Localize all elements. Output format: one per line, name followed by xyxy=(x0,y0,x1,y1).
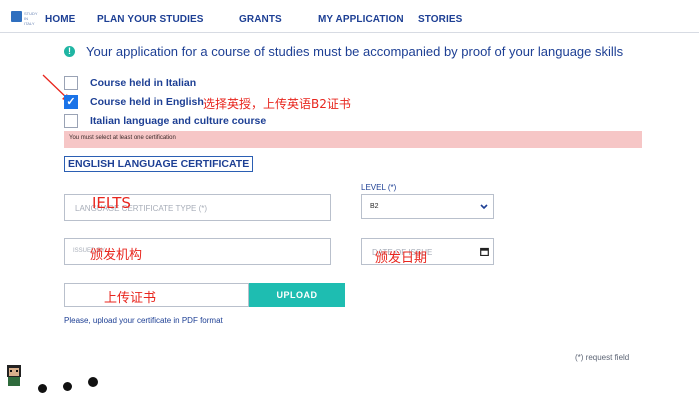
annotation-issue-date: 颁发日期 xyxy=(375,251,428,266)
label-course-italian: Course held in Italian xyxy=(90,77,197,89)
label-course-english: Course held in English xyxy=(90,96,204,108)
logo-text: STUDY IN ITALY xyxy=(24,11,38,26)
calendar-icon[interactable] xyxy=(480,247,489,256)
upload-button[interactable]: UPLOAD xyxy=(249,283,345,307)
checkbox-course-english[interactable]: ✓ xyxy=(64,95,78,109)
logo-icon[interactable] xyxy=(11,11,22,22)
level-label: LEVEL (*) xyxy=(361,183,397,192)
annotation-choose-english: 选择英授，上传英语B2证书 xyxy=(203,97,351,111)
info-message: Your application for a course of studies… xyxy=(86,44,624,59)
chevron-down-icon xyxy=(480,204,488,210)
nav-plan-your-studies[interactable]: PLAN YOUR STUDIES xyxy=(97,14,204,25)
error-message-bar: You must select at least one certificati… xyxy=(64,131,642,148)
annotation-ielts: IELTS xyxy=(92,194,131,212)
level-selected-value: B2 xyxy=(370,203,379,210)
file-name-field[interactable] xyxy=(64,283,249,307)
loading-dot-icon xyxy=(63,382,72,391)
nav-grants[interactable]: GRANTS xyxy=(239,14,282,25)
check-icon: ✓ xyxy=(66,96,76,108)
character-avatar xyxy=(7,365,21,386)
top-navigation: STUDY IN ITALY HOME PLAN YOUR STUDIES GR… xyxy=(0,0,699,33)
annotation-upload-certificate: 上传证书 xyxy=(104,291,157,306)
upload-hint: Please, upload your certificate in PDF f… xyxy=(64,316,223,325)
section-title-english-certificate: ENGLISH LANGUAGE CERTIFICATE xyxy=(64,156,254,172)
nav-my-application[interactable]: MY APPLICATION xyxy=(318,14,404,25)
nav-home[interactable]: HOME xyxy=(45,14,75,25)
nav-stories[interactable]: STORIES xyxy=(418,14,462,25)
loading-dot-icon xyxy=(88,377,98,387)
level-select[interactable]: B2 xyxy=(361,194,494,219)
required-field-note: (*) request field xyxy=(575,353,630,362)
label-italian-language-course: Italian language and culture course xyxy=(90,115,267,127)
error-message-text: You must select at least one certificati… xyxy=(69,135,176,141)
info-icon: ! xyxy=(64,46,75,57)
checkbox-course-italian[interactable] xyxy=(64,76,78,90)
annotation-issuer: 颁发机构 xyxy=(90,248,143,263)
checkbox-italian-language-course[interactable] xyxy=(64,114,78,128)
